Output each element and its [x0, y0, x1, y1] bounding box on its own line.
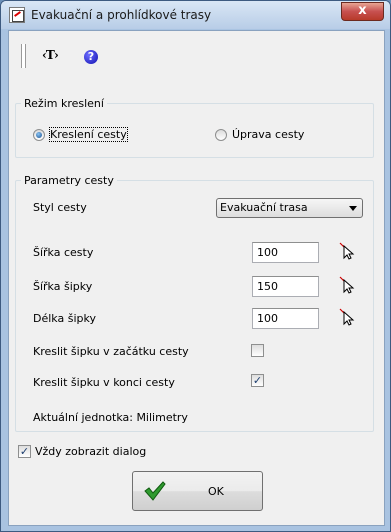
- arrow-length-label: Délka šipky: [33, 312, 96, 325]
- close-button[interactable]: x: [341, 2, 384, 21]
- ok-button-label: OK: [208, 485, 224, 498]
- pick-cursor-icon[interactable]: [339, 276, 355, 294]
- path-params-legend: Parametry cesty: [21, 174, 117, 187]
- arrow-end-checkbox[interactable]: ✓: [251, 374, 264, 387]
- radio-edit-path-label[interactable]: Úprava cesty: [232, 128, 304, 141]
- arrow-width-input[interactable]: 150: [252, 276, 319, 297]
- arrow-length-input[interactable]: 100: [252, 308, 319, 329]
- dialog-window: Evakuační a prohlídkové trasy x ‹T› ? Re…: [0, 0, 391, 532]
- pick-cursor-icon[interactable]: [339, 242, 355, 260]
- ok-button[interactable]: OK: [132, 471, 263, 511]
- app-icon: [9, 7, 25, 23]
- path-style-label: Styl cesty: [33, 201, 87, 214]
- units-text: Aktuální jednotka: Milimetry: [33, 411, 188, 424]
- path-style-select[interactable]: Evakuační trasa: [216, 198, 363, 218]
- help-icon[interactable]: ?: [84, 50, 98, 64]
- toolbar-grip-icon[interactable]: [21, 44, 26, 68]
- radio-draw-path[interactable]: Kreslení cesty: [33, 127, 128, 142]
- arrow-start-label: Kreslit šipku v začátku cesty: [33, 345, 189, 358]
- drawing-mode-legend: Režim kreslení: [21, 97, 107, 110]
- title-bar[interactable]: Evakuační a prohlídkové trasy x: [1, 1, 390, 29]
- dialog-client-area: ‹T› ? Režim kreslení Kreslení cesty Úpra…: [8, 30, 385, 526]
- pick-cursor-icon[interactable]: [339, 308, 355, 326]
- radio-edit-path-indicator[interactable]: [215, 128, 227, 141]
- checkmark-icon: [144, 481, 166, 501]
- arrow-start-checkbox[interactable]: [251, 344, 264, 357]
- path-width-input[interactable]: 100: [252, 242, 319, 263]
- text-tool-icon[interactable]: ‹T›: [42, 48, 59, 62]
- arrow-width-label: Šířka šipky: [33, 280, 93, 293]
- radio-draw-path-label[interactable]: Kreslení cesty: [49, 127, 128, 142]
- path-style-value: Evakuační trasa: [220, 201, 308, 214]
- always-show-label[interactable]: Vždy zobrazit dialog: [35, 445, 146, 458]
- always-show-checkbox[interactable]: ✓: [18, 445, 31, 458]
- window-title: Evakuační a prohlídkové trasy: [31, 8, 212, 22]
- radio-draw-path-indicator[interactable]: [33, 128, 45, 141]
- chevron-down-icon[interactable]: [349, 206, 357, 211]
- path-width-label: Šířka cesty: [33, 246, 94, 259]
- radio-edit-path[interactable]: Úprava cesty: [215, 128, 304, 141]
- arrow-end-label: Kreslit šipku v konci cesty: [33, 376, 175, 389]
